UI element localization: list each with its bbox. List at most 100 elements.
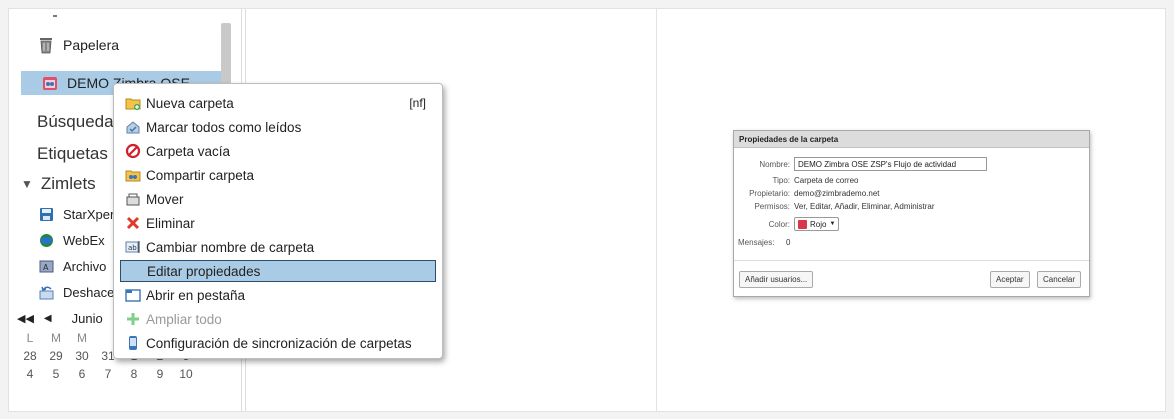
- menu-item-empty-folder[interactable]: Carpeta vacía: [120, 140, 436, 162]
- tree-top-mark: [53, 15, 57, 17]
- mark-read-icon: [124, 118, 142, 136]
- menu-item-new-folder[interactable]: Nueva carpeta [nf]: [120, 92, 436, 114]
- add-users-button[interactable]: Añadir usuarios...: [739, 271, 814, 288]
- folder-context-menu: Nueva carpeta [nf] Marcar todos como leí…: [113, 83, 443, 359]
- type-value: Carpeta de correo: [794, 176, 859, 185]
- left-panel: Papelera DEMO Zimbra OSE Búsquedas Etiqu…: [9, 9, 656, 411]
- new-folder-icon: [124, 94, 142, 112]
- menu-item-expand-all: Ampliar todo: [120, 308, 436, 330]
- chevron-down-icon: ▼: [829, 221, 836, 227]
- menu-item-move[interactable]: Mover: [120, 188, 436, 210]
- menu-item-label: Carpeta vacía: [146, 143, 231, 159]
- name-row: Nombre: DEMO Zimbra OSE ZSP's Flujo de a…: [738, 157, 987, 171]
- type-label: Tipo:: [772, 176, 791, 185]
- trash-icon: [37, 36, 55, 54]
- menu-item-label: Ampliar todo: [146, 311, 222, 327]
- menu-item-label: Eliminar: [146, 215, 195, 231]
- zimlet-archivo[interactable]: A Archivo: [37, 255, 106, 277]
- calendar-day[interactable]: 29: [43, 349, 69, 363]
- sync-icon: [124, 334, 142, 352]
- menu-item-label: Editar propiedades: [147, 263, 261, 279]
- type-row: Tipo: Carpeta de correo: [738, 176, 859, 185]
- dialog-title: Propiedades de la carpeta: [734, 131, 1089, 148]
- zimlet-webex[interactable]: WebEx: [37, 229, 105, 251]
- delete-icon: [124, 214, 142, 232]
- zimlet-deshacer[interactable]: Deshacer: [37, 281, 119, 303]
- calendar-day[interactable]: 4: [17, 367, 43, 381]
- calendar-day[interactable]: 28: [17, 349, 43, 363]
- dialog-separator: [734, 260, 1089, 261]
- tree-header-searches[interactable]: Búsquedas: [37, 109, 122, 135]
- zimlet-label: Archivo: [63, 258, 107, 274]
- menu-item-label: Compartir carpeta: [146, 167, 255, 183]
- messages-row: Mensajes: 0: [738, 238, 790, 247]
- chevron-down-icon: ▼: [21, 177, 33, 191]
- menu-item-label: Nueva carpeta: [146, 95, 234, 111]
- color-swatch-icon: [798, 219, 807, 229]
- menu-item-edit-properties[interactable]: Editar propiedades: [120, 260, 436, 282]
- messages-value: 0: [786, 238, 791, 247]
- calendar-day[interactable]: 5: [43, 367, 69, 381]
- weekday: M: [77, 331, 87, 345]
- menu-shortcut: [nf]: [409, 96, 426, 110]
- empty-folder-icon: [124, 142, 142, 160]
- calendar-day[interactable]: 8: [121, 367, 147, 381]
- rename-icon: ab: [124, 238, 142, 256]
- menu-item-open-in-tab[interactable]: Abrir en pestaña: [120, 284, 436, 306]
- tree-header-label: Zimlets: [40, 174, 96, 193]
- right-panel: Propiedades de la carpeta Nombre: DEMO Z…: [657, 9, 1165, 411]
- calendar-day[interactable]: 9: [147, 367, 173, 381]
- menu-item-label: Marcar todos como leídos: [146, 119, 302, 135]
- weekday: L: [26, 331, 34, 345]
- screenshot-frame: Papelera DEMO Zimbra OSE Búsquedas Etiqu…: [8, 8, 1166, 412]
- tree-item-label: Papelera: [63, 37, 120, 53]
- zimlet-label: WebEx: [63, 232, 105, 248]
- calendar-day[interactable]: 10: [173, 367, 199, 381]
- zimlet-label: StarXpert: [63, 206, 118, 222]
- menu-item-sync-config[interactable]: Configuración de sincronización de carpe…: [120, 332, 436, 354]
- tree-header-label: Etiquetas: [37, 144, 108, 163]
- ok-button[interactable]: Aceptar: [990, 271, 1030, 288]
- menu-item-delete[interactable]: Eliminar: [120, 212, 436, 234]
- calendar-day[interactable]: 30: [69, 349, 95, 363]
- zimlet-label: Deshacer: [63, 284, 119, 300]
- menu-item-share-folder[interactable]: Compartir carpeta: [120, 164, 436, 186]
- color-value: Rojo: [810, 219, 827, 229]
- color-row: Color: Rojo ▼: [738, 217, 840, 231]
- calendar-day[interactable]: 6: [69, 367, 95, 381]
- tree-header-zimlets[interactable]: ▼ Zimlets: [21, 171, 96, 197]
- menu-item-mark-all-read[interactable]: Marcar todos como leídos: [120, 116, 436, 138]
- globe-icon: [37, 231, 55, 249]
- archive-icon: A: [37, 257, 55, 275]
- permissions-row: Permisos: Ver, Editar, Añadir, Eliminar,…: [738, 202, 935, 211]
- calendar-month: Junio: [71, 310, 103, 326]
- weekday: M: [51, 331, 61, 345]
- permissions-value: Ver, Editar, Añadir, Eliminar, Administr…: [794, 202, 935, 211]
- name-label: Nombre:: [759, 159, 790, 169]
- undo-icon: [37, 283, 55, 301]
- tree-header-tags[interactable]: Etiquetas: [37, 141, 108, 167]
- messages-label: Mensajes:: [738, 238, 775, 247]
- shared-calendar-icon: [41, 74, 59, 92]
- move-icon: [124, 190, 142, 208]
- menu-item-label: Configuración de sincronización de carpe…: [146, 335, 412, 351]
- open-tab-icon: [124, 286, 142, 304]
- color-label: Color:: [768, 219, 790, 229]
- owner-row: Propietario: demo@zimbrademo.net: [738, 189, 879, 198]
- svg-text:A: A: [43, 263, 49, 272]
- zimlet-starxpert[interactable]: StarXpert: [37, 203, 118, 225]
- share-folder-icon: [124, 166, 142, 184]
- menu-item-rename-folder[interactable]: ab Cambiar nombre de carpeta: [120, 236, 436, 258]
- prev-year-icon[interactable]: ◀◀: [17, 312, 34, 325]
- menu-item-label: Mover: [146, 191, 184, 207]
- cancel-button[interactable]: Cancelar: [1037, 271, 1082, 288]
- floppy-icon: [37, 205, 55, 223]
- prev-month-icon[interactable]: ◀: [44, 313, 52, 324]
- tree-item-papelera[interactable]: Papelera: [37, 33, 119, 57]
- folder-properties-dialog: Propiedades de la carpeta Nombre: DEMO Z…: [733, 130, 1090, 297]
- color-select[interactable]: Rojo ▼: [794, 217, 840, 231]
- calendar-day[interactable]: 7: [95, 367, 121, 381]
- name-input[interactable]: DEMO Zimbra OSE ZSP's Flujo de actividad: [794, 157, 987, 171]
- svg-text:ab: ab: [128, 244, 137, 252]
- expand-all-icon: [124, 310, 142, 328]
